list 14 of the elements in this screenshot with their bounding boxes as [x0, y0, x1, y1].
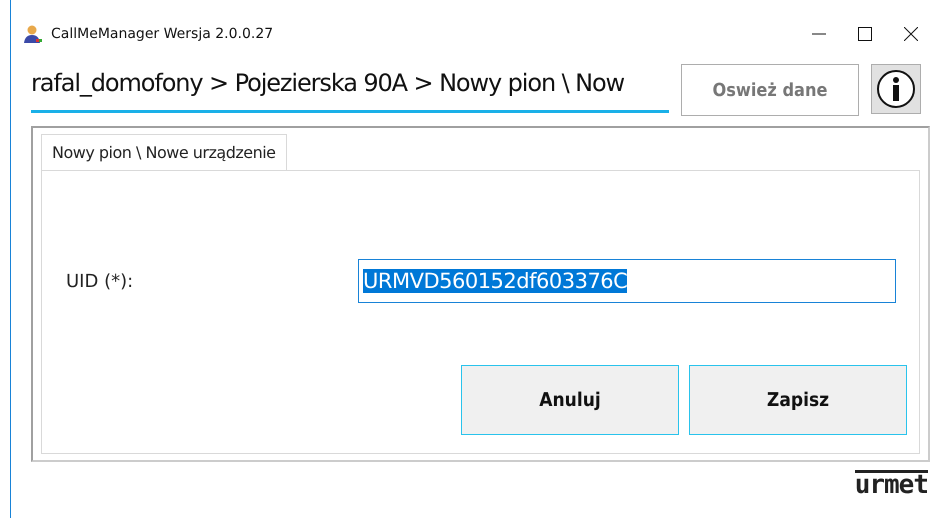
refresh-button[interactable]: Oswież dane	[681, 64, 859, 116]
user-icon	[23, 24, 43, 44]
window-title: CallMeManager Wersja 2.0.0.27	[51, 26, 274, 42]
maximize-icon[interactable]	[858, 27, 872, 41]
info-button[interactable]	[871, 64, 921, 114]
logo: urmet	[854, 470, 928, 497]
info-icon	[876, 69, 916, 109]
dialog-button[interactable]: Anuluj	[461, 365, 679, 435]
uid-field[interactable]: URMVD560152df603376C	[358, 259, 896, 303]
uid-label: UID (*):	[66, 270, 134, 292]
breadcrumb: rafal_domofony > Pojezierska 90A > Nowy pion \ Now	[31, 64, 669, 113]
tab[interactable]: Nowy pion \ Nowe urządzenie	[41, 134, 287, 170]
close-icon[interactable]	[904, 27, 918, 41]
dialog-button[interactable]: Zapisz	[689, 365, 907, 435]
